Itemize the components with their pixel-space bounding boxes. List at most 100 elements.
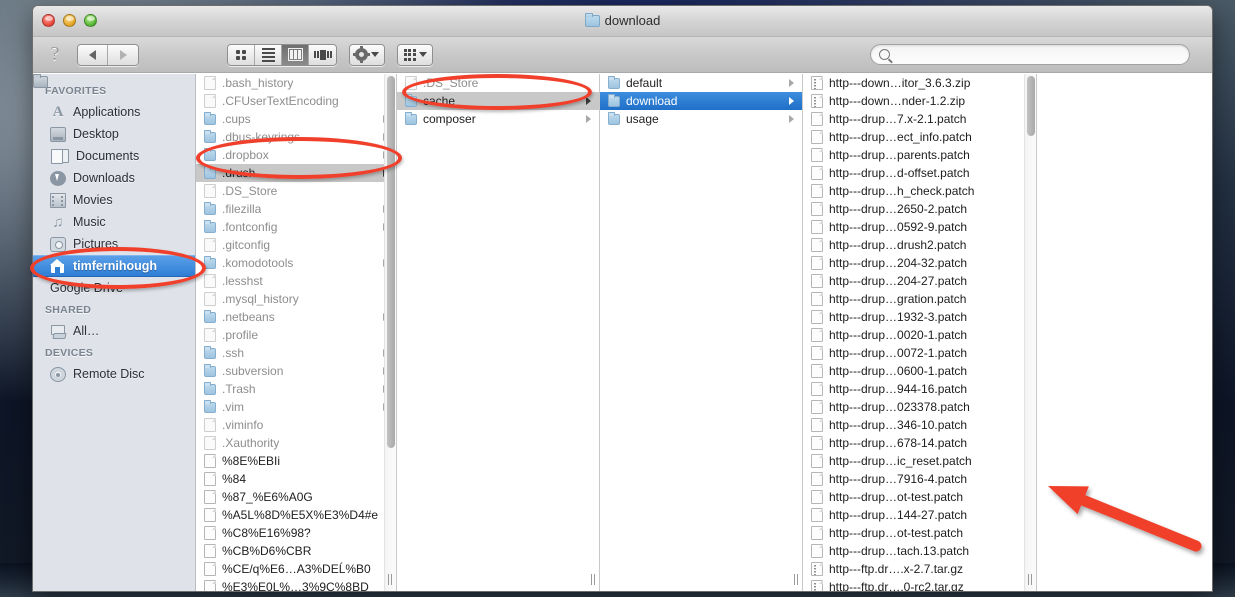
folder-row[interactable]: download <box>600 92 802 110</box>
coverflow-view-button[interactable] <box>309 44 336 65</box>
file-row[interactable]: http---drup…0020-1.patch <box>803 326 1036 344</box>
search-field[interactable] <box>870 44 1190 65</box>
folder-row[interactable]: .netbeans <box>196 308 396 326</box>
file-row[interactable]: http---drup…346-10.patch <box>803 416 1036 434</box>
file-row[interactable]: http---drup…tach.13.patch <box>803 542 1036 560</box>
file-row[interactable]: http---drup…gration.patch <box>803 290 1036 308</box>
file-row[interactable]: http---down…nder-1.2.zip <box>803 92 1036 110</box>
file-row[interactable]: http---drup…023378.patch <box>803 398 1036 416</box>
help-icon[interactable]: ? <box>47 43 63 66</box>
file-row[interactable]: http---drup…ect_info.patch <box>803 128 1036 146</box>
folder-row[interactable]: .cups <box>196 110 396 128</box>
file-row[interactable]: http---drup…204-32.patch <box>803 254 1036 272</box>
search-input[interactable] <box>895 47 1189 62</box>
file-row[interactable]: .DS_Store <box>397 74 599 92</box>
file-row[interactable]: %C8%E16%98? <box>196 524 396 542</box>
column-resize-handle[interactable] <box>1025 574 1035 585</box>
file-row[interactable]: .viminfo <box>196 416 396 434</box>
folder-row[interactable]: .drush <box>196 164 396 182</box>
file-row[interactable]: http---drup…ot-test.patch <box>803 524 1036 542</box>
sidebar-item-music[interactable]: Music <box>33 211 195 233</box>
arrange-menu-button[interactable] <box>397 43 433 66</box>
file-row[interactable]: http---drup…0592-9.patch <box>803 218 1036 236</box>
file-row[interactable]: %E3%E0L%…3%9C%8BD <box>196 578 396 591</box>
file-row[interactable]: %87_%E6%A0G <box>196 488 396 506</box>
column-resize-handle[interactable] <box>791 574 801 585</box>
file-row[interactable]: .Xauthority <box>196 434 396 452</box>
column-view-button[interactable] <box>282 44 309 65</box>
column-home[interactable]: .bash_history .CFUserTextEncoding .cups .db… <box>196 74 397 591</box>
file-row[interactable]: http---drup…2650-2.patch <box>803 200 1036 218</box>
file-row[interactable]: http---drup…parents.patch <box>803 146 1036 164</box>
file-row[interactable]: http---drup…144-27.patch <box>803 506 1036 524</box>
file-row[interactable]: http---drup…7.x-2.1.patch <box>803 110 1036 128</box>
folder-row[interactable]: .ssh <box>196 344 396 362</box>
folder-row[interactable]: .Trash <box>196 380 396 398</box>
column-drush[interactable]: .DS_Store cache composer <box>397 74 600 591</box>
vertical-scrollbar[interactable] <box>1024 74 1036 591</box>
column-resize-handle[interactable] <box>588 574 598 585</box>
file-row[interactable]: %8E%EBIi <box>196 452 396 470</box>
folder-row[interactable]: .fontconfig <box>196 218 396 236</box>
column-resize-handle[interactable] <box>385 574 395 585</box>
file-row[interactable]: .CFUserTextEncoding <box>196 92 396 110</box>
sidebar-item-google-drive[interactable]: Google Drive <box>33 74 195 299</box>
sidebar-item-desktop[interactable]: Desktop <box>33 123 195 145</box>
folder-row[interactable]: default <box>600 74 802 92</box>
folder-row[interactable]: .komodotools <box>196 254 396 272</box>
column-download[interactable]: http---down…itor_3.6.3.zip http---down…nd… <box>803 74 1037 591</box>
folder-row[interactable]: .dropbox <box>196 146 396 164</box>
file-row[interactable]: %CE/q%E6…A3%DEĹ%B0 <box>196 560 396 578</box>
column-cache[interactable]: default download usage <box>600 74 803 591</box>
vertical-scrollbar[interactable] <box>384 74 396 591</box>
folder-row[interactable]: .filezilla <box>196 200 396 218</box>
sidebar-item-applications[interactable]: Applications <box>33 101 195 123</box>
action-menu-target[interactable] <box>350 44 384 65</box>
file-row[interactable]: http---drup…0072-1.patch <box>803 344 1036 362</box>
file-row[interactable]: %CB%D6%CBR <box>196 542 396 560</box>
file-row[interactable]: http---drup…ot-test.patch <box>803 488 1036 506</box>
scrollbar-thumb[interactable] <box>1027 76 1035 136</box>
file-row[interactable]: %A5L%8D%E5X%E3%D4#e <box>196 506 396 524</box>
file-row[interactable]: http---drup…drush2.patch <box>803 236 1036 254</box>
file-row[interactable]: http---down…itor_3.6.3.zip <box>803 74 1036 92</box>
file-row[interactable]: http---drup…d-offset.patch <box>803 164 1036 182</box>
file-row[interactable]: .DS_Store <box>196 182 396 200</box>
sidebar-item-movies[interactable]: Movies <box>33 189 195 211</box>
file-row[interactable]: .lesshst <box>196 272 396 290</box>
sidebar-item-downloads[interactable]: Downloads <box>33 167 195 189</box>
list-view-button[interactable] <box>255 44 282 65</box>
file-row[interactable]: http---drup…944-16.patch <box>803 380 1036 398</box>
file-row[interactable]: http---drup…0600-1.patch <box>803 362 1036 380</box>
file-row[interactable]: .bash_history <box>196 74 396 92</box>
scrollbar-thumb[interactable] <box>387 76 395 448</box>
sidebar-item-all[interactable]: All… <box>33 320 195 342</box>
folder-row[interactable]: .vim <box>196 398 396 416</box>
file-row[interactable]: http---drup…678-14.patch <box>803 434 1036 452</box>
folder-row[interactable]: .subversion <box>196 362 396 380</box>
file-row[interactable]: http---ftp.dr….x-2.7.tar.gz <box>803 560 1036 578</box>
back-button[interactable] <box>78 44 108 65</box>
file-row[interactable]: http---ftp.dr….0-rc2.tar.gz <box>803 578 1036 591</box>
file-row[interactable]: http---drup…7916-4.patch <box>803 470 1036 488</box>
folder-row[interactable]: usage <box>600 110 802 128</box>
icon-view-button[interactable] <box>228 44 255 65</box>
sidebar-item-documents[interactable]: Documents <box>33 145 195 167</box>
sidebar-item-timfernihough[interactable]: timfernihough <box>33 255 195 277</box>
arrange-menu-target[interactable] <box>398 44 432 65</box>
file-row[interactable]: .gitconfig <box>196 236 396 254</box>
sidebar-item-remote-disc[interactable]: Remote Disc <box>33 363 195 385</box>
file-row[interactable]: http---drup…ic_reset.patch <box>803 452 1036 470</box>
file-row[interactable]: http---drup…204-27.patch <box>803 272 1036 290</box>
folder-row[interactable]: .dbus-keyrings <box>196 128 396 146</box>
file-row[interactable]: .mysql_history <box>196 290 396 308</box>
action-menu-button[interactable] <box>349 43 385 66</box>
file-row[interactable]: %84 <box>196 470 396 488</box>
forward-button[interactable] <box>108 44 138 65</box>
file-row[interactable]: http---drup…1932-3.patch <box>803 308 1036 326</box>
file-row[interactable]: http---drup…h_check.patch <box>803 182 1036 200</box>
folder-row[interactable]: composer <box>397 110 599 128</box>
file-row[interactable]: .profile <box>196 326 396 344</box>
folder-row[interactable]: cache <box>397 92 599 110</box>
sidebar-item-pictures[interactable]: Pictures <box>33 233 195 255</box>
